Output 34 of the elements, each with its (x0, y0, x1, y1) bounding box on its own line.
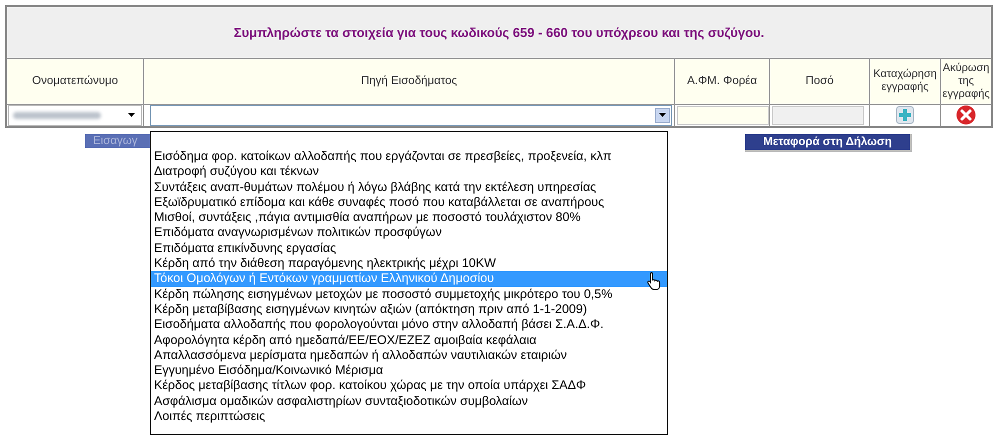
dropdown-option[interactable]: Λοιπές περιπτώσεις (151, 409, 667, 424)
dropdown-option[interactable]: Κέρδη πώλησης εισηγμένων μετοχών με ποσοστό συμμετοχής μικρότερο του 0,5% (151, 286, 667, 302)
dropdown-option[interactable]: Κέρδος μεταβίβασης τίτλων φορ. κατοίκου χώρας με την οποία υπάρχει ΣΑΔΦ (151, 378, 667, 394)
caret-icon (128, 113, 136, 117)
dropdown-option[interactable]: Επιδόματα επικίνδυνης εργασίας (151, 240, 667, 256)
dropdown-option[interactable]: Εισόδημα φορ. κατοίκων αλλοδαπής που εργάζονται σε πρεσβείες, προξενεία, κλπ (151, 149, 667, 164)
dropdown-option[interactable]: Απαλλασσόμενα μερίσματα ημεδαπών ή αλλοδαπών ναυτιλιακών εταιριών (151, 348, 667, 364)
dropdown-option[interactable]: Αφορολόγητα κέρδη από ημεδαπά/ΕΕ/ΕΟΧ/ΕΖΕΖ αμοιβαία κεφάλαια (151, 332, 667, 348)
delete-icon[interactable] (956, 105, 976, 125)
dropdown-option[interactable]: Ασφάλισμα ομαδικών ασφαλιστηρίων συνταξιοδοτικών συμβολαίων (151, 394, 667, 410)
dropdown-option[interactable]: Μισθοί, συντάξεις ,πάγια αντιμισθία αναπήρων με ποσοστό τουλάχιστον 80% (151, 210, 667, 226)
dropdown-option[interactable]: Εξωϊδρυματικό επίδομα και κάθε συναφές ποσό που καταβάλλεται σε αναπήρους (151, 194, 667, 210)
caret-icon (658, 113, 666, 117)
dropdown-option[interactable]: Κέρδη από την διάθεση παραγόμενης ηλεκτρικής μέχρι 10KW (151, 256, 667, 272)
name-select[interactable] (8, 104, 142, 126)
column-header: Α.ΦΜ. Φορέα (687, 75, 758, 87)
dropdown-option[interactable]: Συντάξεις αναπ-θυμάτων πολέμου ή λόγω βλάβης κατά την εκτέλεση υπηρεσίας (151, 180, 667, 195)
column-header: Ακύρωση της εγγραφής (942, 62, 990, 100)
transfer-button[interactable]: Μεταφορά στη Δήλωση (745, 134, 912, 152)
column-header: Ποσό (805, 75, 834, 87)
amount-input[interactable] (772, 106, 864, 124)
dropdown-option[interactable]: Εισοδήματα αλλοδαπής που φορολογούνται μόνο στην αλλοδαπή βάσει Σ.Α.Δ.Φ. (151, 317, 667, 333)
dropdown-option[interactable]: Εγγυημένο Εισόδημα/Κοινωνικό Μέρισμα (151, 363, 667, 378)
dropdown-button[interactable] (654, 108, 670, 122)
dropdown-option[interactable]: Κέρδη μεταβίβασης εισηγμένων κινητών αξιών (απόκτηση πριν από 1-1-2009) (151, 302, 667, 318)
column-header: Ονοματεπώνυμο (32, 75, 118, 87)
hand-cursor-icon (646, 271, 662, 292)
column-header: Καταχώρηση εγγραφής (873, 68, 937, 93)
dropdown-option[interactable]: Διατροφή συζύγου και τέκνων (151, 164, 667, 180)
dropdown-option[interactable]: Επιδόματα αναγνωρισμένων πολιτικών προσφύγων (151, 225, 667, 241)
form-heading: Συμπληρώστε τα στοιχεία για τους κωδικούς 659 - 660 του υπόχρεου και της συζύγου. (234, 24, 764, 40)
column-header: Πηγή Εισοδήματος (360, 75, 458, 87)
afm-input[interactable] (676, 106, 769, 124)
add-icon[interactable] (896, 106, 914, 124)
